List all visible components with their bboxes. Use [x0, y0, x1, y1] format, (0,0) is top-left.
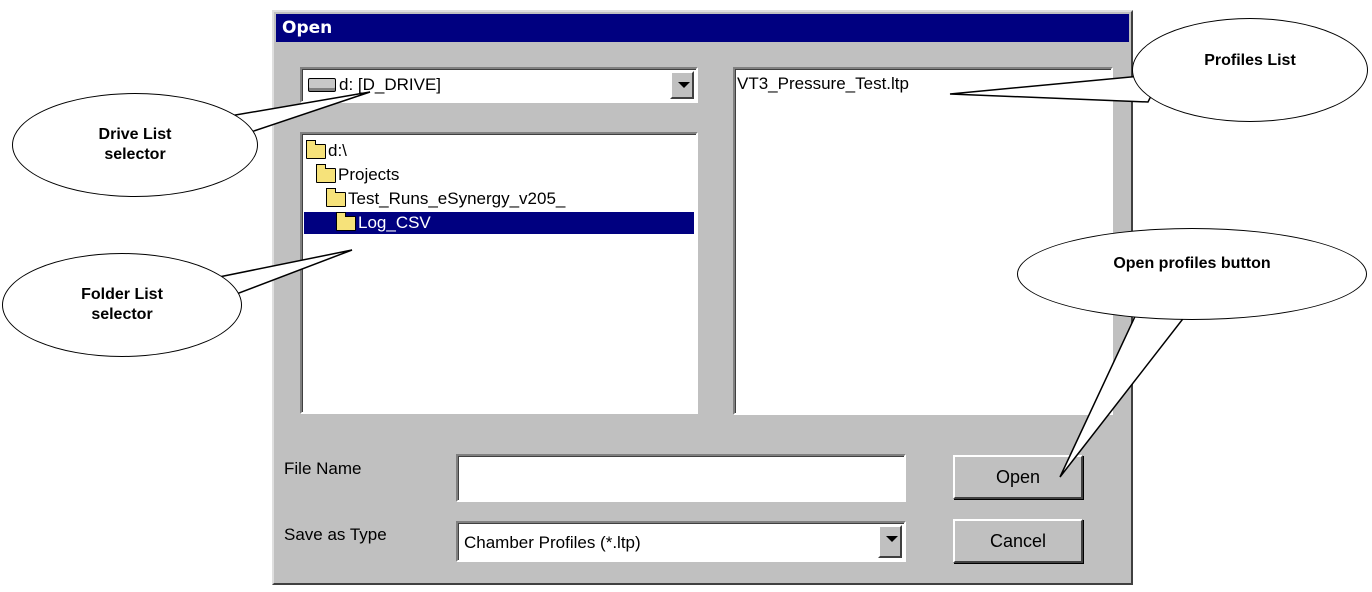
drive-list-select[interactable]: d: [D_DRIVE] [300, 67, 698, 103]
drive-icon [308, 78, 336, 92]
folder-label: Projects [338, 165, 400, 184]
open-folder-icon [336, 211, 356, 231]
save-type-select[interactable]: Chamber Profiles (*.ltp) [456, 521, 906, 562]
file-label: VT3_Pressure_Test.ltp [737, 74, 909, 93]
folder-list[interactable]: d:\ Projects Test_Runs_eSynergy_v205_ Lo… [300, 132, 698, 414]
file-name-label: File Name [284, 459, 362, 478]
open-button[interactable]: Open [953, 455, 1083, 499]
profiles-list[interactable]: VT3_Pressure_Test.ltp [733, 67, 1113, 415]
open-folder-icon [306, 139, 326, 159]
file-item[interactable]: VT3_Pressure_Test.ltp [737, 73, 909, 95]
save-type-label: Save as Type [284, 525, 387, 544]
folder-label: d:\ [328, 141, 347, 160]
drive-dropdown-button[interactable] [670, 71, 694, 99]
drive-select-value: d: [D_DRIVE] [339, 75, 442, 94]
callout-drive-list: Drive List selector [12, 93, 258, 197]
open-folder-icon [316, 163, 336, 183]
folder-label: Log_CSV [358, 213, 431, 232]
callout-profiles-list-text: Profiles List [1204, 52, 1296, 69]
callout-open-profiles: Open profiles button [1017, 228, 1367, 320]
callout-profiles-list: Profiles List [1132, 18, 1368, 122]
folder-item-projects[interactable]: Projects [316, 163, 400, 186]
file-name-input[interactable] [456, 454, 906, 502]
folder-item-d-root[interactable]: d:\ [306, 139, 347, 162]
folder-item-log-csv[interactable]: Log_CSV [304, 211, 694, 234]
callout-folder-list-text: Folder List selector [81, 286, 163, 323]
callout-drive-list-text: Drive List selector [98, 126, 172, 163]
cancel-button[interactable]: Cancel [953, 519, 1083, 563]
dialog-title: Open [276, 14, 1129, 42]
folder-label: Test_Runs_eSynergy_v205_ [348, 189, 566, 208]
callout-folder-list: Folder List selector [2, 253, 242, 357]
folder-item-test-runs[interactable]: Test_Runs_eSynergy_v205_ [326, 187, 566, 210]
open-dialog: Open d: [D_DRIVE] d:\ Projects Test_Runs… [272, 10, 1133, 585]
callout-open-profiles-text: Open profiles button [1113, 255, 1271, 272]
save-type-dropdown-button[interactable] [878, 525, 902, 558]
open-folder-icon [326, 187, 346, 207]
save-type-value: Chamber Profiles (*.ltp) [464, 533, 641, 552]
